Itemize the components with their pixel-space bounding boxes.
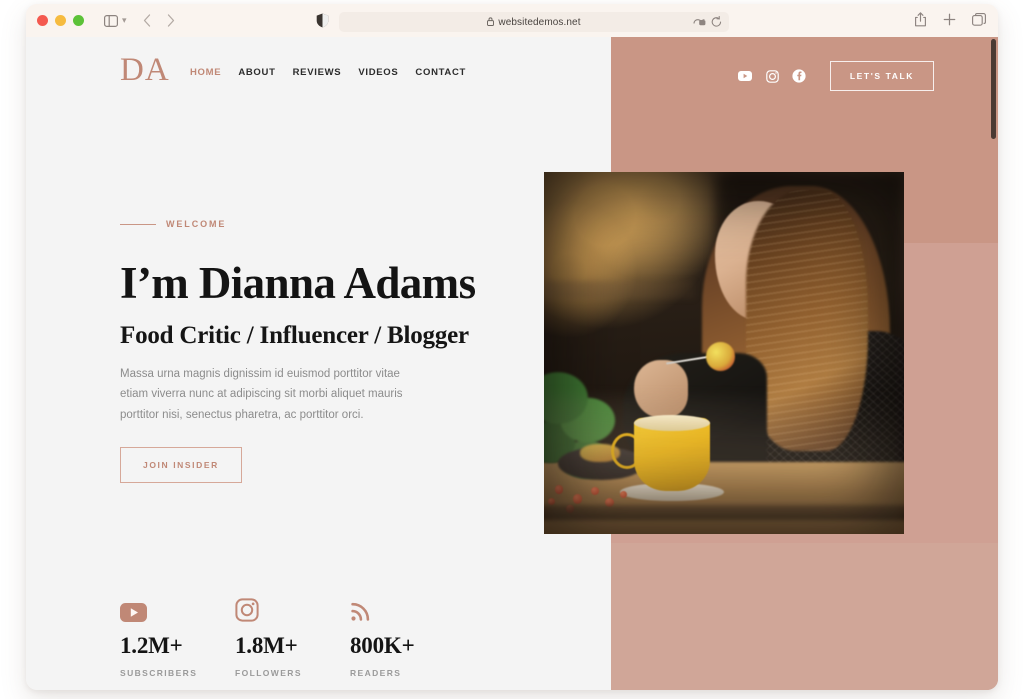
zoom-window-button[interactable] [73,15,84,26]
site-header: DA HOME ABOUT REVIEWS VIDEOS CONTACT LET… [26,37,998,110]
address-bar[interactable]: websitedemos.net [339,12,729,32]
window-controls [37,15,84,26]
stats-row: 1.2M+ SUBSCRIBERS 1.8M+ FOLLOWERS 800K+ … [120,592,465,678]
close-window-button[interactable] [37,15,48,26]
browser-toolbar: ▾ websitedemos.net [26,4,998,37]
stat-label: FOLLOWERS [235,668,302,678]
rose-background-band-lower [611,543,998,690]
stat-value: 800K+ [350,633,415,658]
sidebar-icon[interactable] [104,14,118,27]
youtube-icon[interactable] [732,63,759,90]
stat-label: READERS [350,668,402,678]
stat-followers: 1.8M+ FOLLOWERS [235,592,350,678]
hero-subtitle: Food Critic / Influencer / Blogger [120,322,469,349]
instagram-icon[interactable] [759,63,786,90]
minimize-window-button[interactable] [55,15,66,26]
nav-item-videos[interactable]: VIDEOS [358,67,398,78]
instagram-icon [235,592,350,622]
hero-paragraph: Massa urna magnis dignissim id euismod p… [120,368,403,421]
stat-readers: 800K+ READERS [350,592,465,678]
nav-item-about[interactable]: ABOUT [238,67,275,78]
toolbar-right-actions [914,12,986,27]
hero-title: I’m Dianna Adams [120,258,476,308]
main-navigation: HOME ABOUT REVIEWS VIDEOS CONTACT [190,67,466,78]
stat-subscribers: 1.2M+ SUBSCRIBERS [120,592,235,678]
tabs-icon[interactable] [972,13,986,26]
reload-icon[interactable] [711,15,722,33]
eyebrow-rule [120,223,156,225]
lets-talk-button[interactable]: LET'S TALK [829,61,934,91]
nav-item-home[interactable]: HOME [190,67,221,78]
facebook-icon[interactable] [786,63,813,90]
back-chevron-icon[interactable] [143,14,151,27]
join-insider-button[interactable]: JOIN INSIDER [120,447,242,483]
page-viewport: DA HOME ABOUT REVIEWS VIDEOS CONTACT LET… [26,37,998,690]
hero-eyebrow: WELCOME [120,219,226,229]
url-text: websitedemos.net [498,16,581,28]
hero-image [544,172,904,534]
address-bar-actions [693,15,722,33]
share-icon[interactable] [914,12,927,27]
extension-icon[interactable] [693,15,706,33]
nav-item-contact[interactable]: CONTACT [415,67,466,78]
page-scrollbar[interactable] [989,37,998,690]
stat-value: 1.2M+ [120,633,183,658]
eyebrow-label: WELCOME [166,219,227,229]
url-group: websitedemos.net [487,13,580,31]
site-logo[interactable]: DA [120,54,170,87]
header-right: LET'S TALK [732,61,934,91]
shield-icon[interactable] [316,13,329,28]
stat-value: 1.8M+ [235,633,298,658]
lock-icon [487,13,495,31]
youtube-icon [120,592,235,622]
rss-icon [350,592,465,622]
chevron-down-icon[interactable]: ▾ [122,15,127,26]
stat-label: SUBSCRIBERS [120,668,198,678]
plus-icon[interactable] [943,13,956,26]
forward-chevron-icon[interactable] [167,14,175,27]
nav-item-reviews[interactable]: REVIEWS [293,67,342,78]
browser-window: ▾ websitedemos.net DA HOME ABOUT REVIEWS… [26,4,998,690]
